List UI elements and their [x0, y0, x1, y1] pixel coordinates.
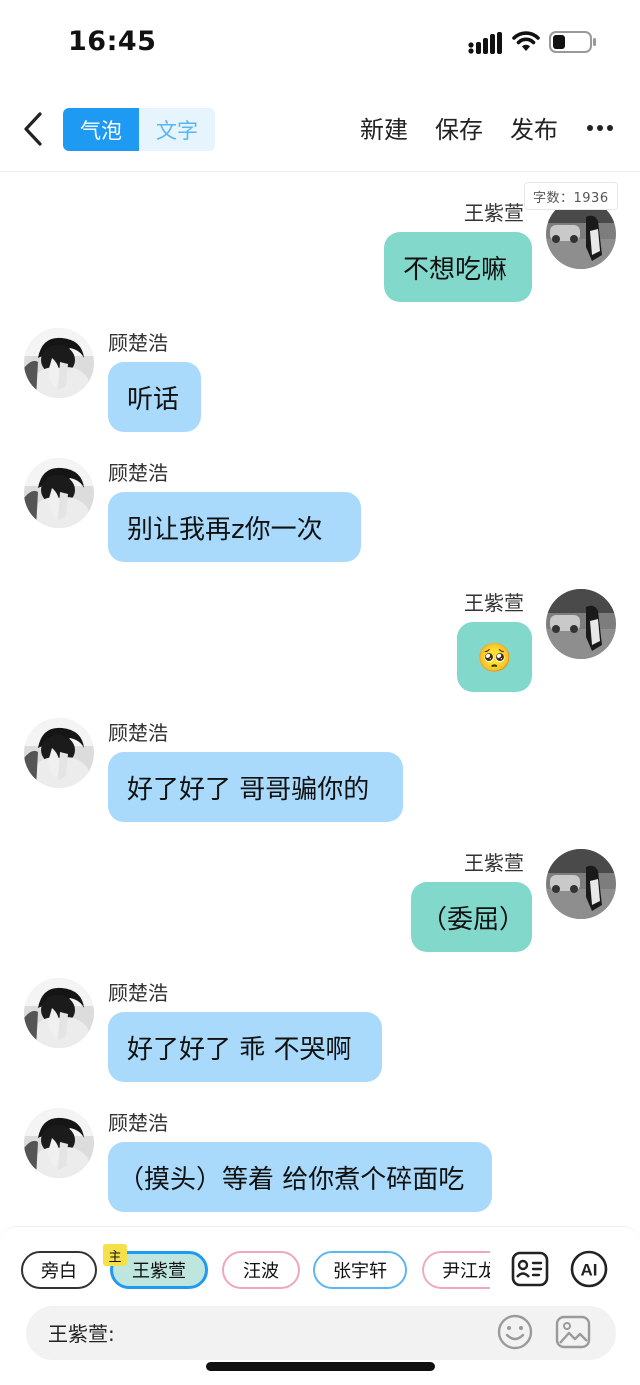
sender-name: 顾楚浩	[108, 1111, 168, 1135]
sender-name: 王紫萱	[464, 201, 524, 225]
message-bubble[interactable]: 听话	[108, 362, 201, 432]
publish-button[interactable]: 发布	[510, 110, 558, 145]
more-icon[interactable]	[586, 116, 614, 140]
cellular-signal-icon	[468, 32, 502, 54]
status-bar: 16:45	[0, 0, 640, 86]
new-button[interactable]: 新建	[360, 110, 408, 145]
message-input[interactable]: 王紫萱:	[26, 1306, 616, 1360]
chevron-left-icon	[24, 112, 42, 146]
message-bubble[interactable]: （摸头）等着 给你煮个碎面吃	[108, 1142, 492, 1212]
battery-icon	[549, 31, 596, 53]
word-count-badge: 字数：1936	[524, 182, 618, 210]
role-chip-wang-bo[interactable]: 汪波	[222, 1251, 300, 1289]
sender-name: 王紫萱	[464, 851, 524, 875]
message-text: 🥺	[477, 640, 512, 674]
message-bubble[interactable]: 别让我再z你一次	[108, 492, 361, 562]
avatar[interactable]	[546, 849, 616, 919]
svg-text:AI: AI	[581, 1261, 598, 1280]
sender-name: 顾楚浩	[108, 981, 168, 1005]
emoji-icon[interactable]	[496, 1313, 534, 1351]
message-bubble[interactable]: 好了好了 哥哥骗你的	[108, 752, 403, 822]
main-role-badge: 主	[103, 1244, 127, 1266]
home-indicator	[206, 1362, 435, 1371]
image-icon[interactable]	[554, 1313, 592, 1351]
message-bubble[interactable]: 好了好了 乖 不哭啊	[108, 1012, 382, 1082]
sender-name: 顾楚浩	[108, 331, 168, 355]
input-role-prefix: 王紫萱:	[48, 1322, 115, 1346]
save-button[interactable]: 保存	[435, 110, 483, 145]
wifi-icon	[512, 31, 540, 51]
avatar[interactable]	[24, 978, 94, 1048]
sender-name: 王紫萱	[464, 591, 524, 615]
message-bubble[interactable]: （委屈）	[411, 882, 532, 952]
sender-name: 顾楚浩	[108, 461, 168, 485]
message-bubble[interactable]: 🥺	[457, 622, 532, 692]
role-chip-clip: 尹江龙	[422, 1251, 490, 1289]
role-card-icon[interactable]	[510, 1249, 550, 1289]
mode-segment: 气泡 文字	[63, 108, 215, 151]
avatar[interactable]	[24, 458, 94, 528]
role-chip-narrator[interactable]: 旁白	[21, 1251, 97, 1289]
top-nav-bar: 气泡 文字 新建 保存 发布	[0, 96, 640, 172]
role-chip-zhang-yuxuan[interactable]: 张宇轩	[313, 1251, 407, 1289]
tab-bubble[interactable]: 气泡	[63, 108, 139, 151]
sender-name: 顾楚浩	[108, 721, 168, 745]
back-button[interactable]	[18, 108, 48, 150]
message-bubble[interactable]: 不想吃嘛	[384, 232, 532, 302]
ai-icon[interactable]: AI	[569, 1249, 609, 1289]
avatar[interactable]	[24, 1108, 94, 1178]
avatar[interactable]	[24, 328, 94, 398]
avatar[interactable]	[546, 589, 616, 659]
chip-fade	[490, 1244, 506, 1296]
tab-text[interactable]: 文字	[139, 108, 215, 151]
status-time: 16:45	[68, 26, 157, 57]
role-chip-yin-jianglong[interactable]: 尹江龙	[422, 1251, 490, 1289]
avatar[interactable]	[24, 718, 94, 788]
